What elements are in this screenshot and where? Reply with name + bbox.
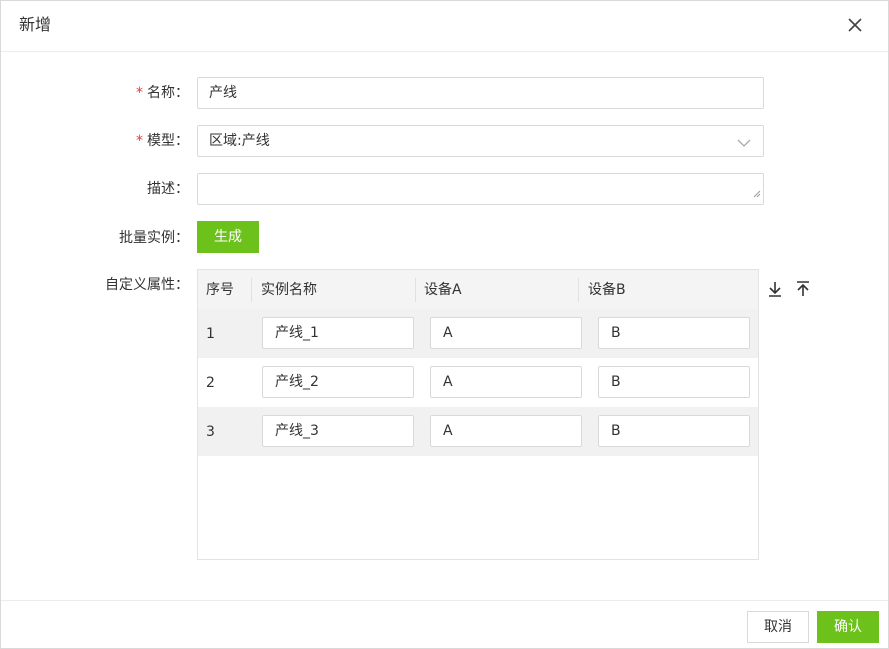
dialog-header: 新增 xyxy=(1,1,888,52)
name-label: * 名称： xyxy=(1,83,189,103)
instance-name-input[interactable]: 产线_1 xyxy=(262,317,414,349)
confirm-button[interactable]: 确认 xyxy=(817,611,879,643)
generate-button[interactable]: 生成 xyxy=(197,221,259,253)
download-icon[interactable] xyxy=(766,280,784,298)
description-label: 描述： xyxy=(147,181,189,197)
model-select-value: 区域:产线 xyxy=(209,133,270,149)
chevron-down-icon xyxy=(737,136,751,152)
required-mark: * xyxy=(136,85,143,101)
row-index: 2 xyxy=(206,375,215,391)
upload-icon[interactable] xyxy=(794,280,812,298)
instance-name-input[interactable]: 产线_3 xyxy=(262,415,414,447)
name-input[interactable]: 产线 xyxy=(197,77,764,109)
column-header-instance-name: 实例名称 xyxy=(261,282,317,298)
device-a-input[interactable]: A xyxy=(430,317,582,349)
table-header: 序号 实例名称 设备A 设备B xyxy=(198,270,758,309)
resize-grip-icon[interactable] xyxy=(753,186,761,202)
dialog-title: 新增 xyxy=(19,15,52,34)
device-b-input[interactable]: B xyxy=(598,415,750,447)
custom-props-label: 自定义属性： xyxy=(105,277,189,293)
table-row: 1 产线_1 A B xyxy=(198,309,758,358)
instance-name-input[interactable]: 产线_2 xyxy=(262,366,414,398)
column-header-device-b: 设备B xyxy=(588,282,626,298)
device-b-input[interactable]: B xyxy=(598,366,750,398)
custom-props-table: 序号 实例名称 设备A 设备B 1 产线_1 A B 2 产线_2 A B 3 … xyxy=(197,269,759,560)
cancel-button[interactable]: 取消 xyxy=(747,611,809,643)
column-header-index: 序号 xyxy=(206,282,234,298)
column-divider xyxy=(415,278,416,302)
column-divider xyxy=(251,278,252,302)
column-divider xyxy=(578,278,579,302)
device-a-input[interactable]: A xyxy=(430,366,582,398)
table-row: 3 产线_3 A B xyxy=(198,407,758,456)
required-mark: * xyxy=(136,133,143,149)
row-index: 3 xyxy=(206,424,215,440)
batch-label: 批量实例： xyxy=(119,230,189,246)
close-icon[interactable] xyxy=(844,14,866,36)
name-label-text: 名称： xyxy=(147,85,189,101)
footer-divider xyxy=(1,600,888,601)
device-a-input[interactable]: A xyxy=(430,415,582,447)
model-select[interactable]: 区域:产线 xyxy=(197,125,764,157)
dialog: 新增 * 名称： 产线 * 模型： 区域:产线 描述： 批量实例： 生成 自定义… xyxy=(0,0,889,649)
model-label: * 模型： xyxy=(1,131,189,151)
description-textarea[interactable] xyxy=(197,173,764,205)
table-row: 2 产线_2 A B xyxy=(198,358,758,407)
name-input-value: 产线 xyxy=(209,85,237,101)
model-label-text: 模型： xyxy=(147,133,189,149)
row-index: 1 xyxy=(206,326,215,342)
column-header-device-a: 设备A xyxy=(424,282,462,298)
device-b-input[interactable]: B xyxy=(598,317,750,349)
